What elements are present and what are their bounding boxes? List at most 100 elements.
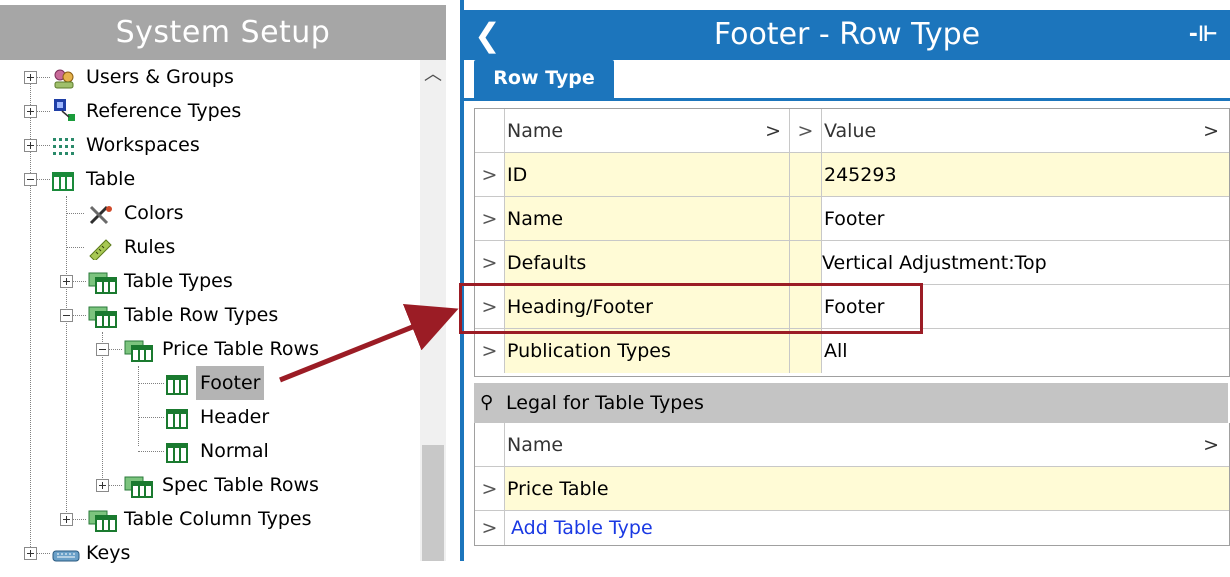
expand-icon[interactable] [60, 513, 73, 526]
tree-item-label: Table Column Types [124, 508, 312, 530]
keys-icon [52, 543, 80, 563]
chevron-right-icon: > [1203, 434, 1219, 456]
tree-item-workspaces[interactable]: Workspaces [0, 128, 420, 162]
collapse-icon[interactable] [96, 343, 109, 356]
tree-item-label: Spec Table Rows [162, 474, 319, 496]
legal-section-title: Legal for Table Types [506, 392, 704, 414]
value-header-label: Value [824, 120, 877, 142]
chevron-left-icon[interactable]: ❮ [474, 10, 501, 60]
expand-icon[interactable] [24, 139, 37, 152]
spec-table-rows-icon [124, 475, 153, 498]
tree-item-colors[interactable]: Colors [0, 196, 420, 230]
table-types-icon [88, 271, 117, 294]
property-value-cell[interactable]: All [822, 329, 1229, 373]
name-header-label: Name [507, 120, 564, 142]
tree-item-label: Table Row Types [124, 304, 279, 326]
tree-scrollbar[interactable]: ︿ [420, 60, 446, 561]
property-value-cell[interactable]: Vertical Adjustment:Top [822, 241, 1229, 285]
value-column-header[interactable]: Value > [822, 109, 1229, 153]
table-icon [52, 169, 74, 191]
price-table-rows-icon [124, 339, 153, 362]
row-expand-icon[interactable]: > [475, 329, 505, 373]
tree-item-table-types[interactable]: Table Types [0, 264, 420, 298]
colors-icon [88, 203, 112, 225]
property-name-cell: Defaults [505, 241, 790, 285]
table-row-icon [166, 373, 188, 395]
spacer-cell [790, 329, 822, 373]
tree-item-table[interactable]: Table [0, 162, 420, 196]
expand-icon[interactable] [24, 71, 37, 84]
pane-title: Footer - Row Type [713, 17, 981, 52]
spacer-cell [790, 153, 822, 197]
setup-tree: Users & Groups Reference Types Workspace… [0, 60, 420, 564]
tree-item-label: Colors [124, 202, 184, 224]
tree-item-label: Header [200, 406, 270, 428]
tree-item-label: Price Table Rows [162, 338, 319, 360]
row-expand-icon[interactable]: > [475, 467, 505, 511]
name-column-header[interactable]: Name > [505, 109, 790, 153]
row-type-title-bar: Footer - Row Type ❮ -⊩ [464, 10, 1230, 60]
system-setup-title: System Setup [0, 5, 446, 60]
tree-item-label: Normal [200, 440, 269, 462]
properties-grid: Name > > Value > > ID 245293 > Name Foot… [474, 108, 1230, 377]
pin-icon[interactable]: ⚲ [480, 383, 493, 423]
legal-table-type-cell[interactable]: Price Table [505, 467, 1229, 511]
row-gutter-header [475, 423, 505, 467]
tree-item-reference-types[interactable]: Reference Types [0, 94, 420, 128]
row-gutter-header [475, 109, 505, 153]
tree-item-label: Table Types [124, 270, 233, 292]
chevron-right-icon[interactable]: > [790, 109, 822, 153]
legal-name-column-header[interactable]: Name > [505, 423, 1229, 467]
row-expand-icon[interactable]: > [475, 197, 505, 241]
table-row-icon [166, 407, 188, 429]
system-setup-pane: System Setup Users & Groups Reference Ty… [0, 0, 450, 564]
expand-icon[interactable] [24, 105, 37, 118]
highlight-box [459, 283, 923, 334]
tree-item-label: Rules [124, 236, 176, 258]
expand-icon[interactable] [24, 547, 37, 560]
pin-icon[interactable]: -⊩ [1189, 10, 1218, 60]
tree-item-header[interactable]: Header [0, 400, 420, 434]
tree-item-table-column-types[interactable]: Table Column Types [0, 502, 420, 536]
tree-item-label: Footer [196, 366, 265, 400]
tree-item-rules[interactable]: Rules [0, 230, 420, 264]
scroll-thumb[interactable] [422, 445, 444, 561]
workspaces-icon [52, 135, 74, 155]
expand-icon[interactable] [60, 275, 73, 288]
tree-item-label: Table [86, 168, 136, 190]
tree-item-label: Workspaces [86, 134, 200, 156]
pane-border [460, 0, 464, 561]
tab-underline [464, 98, 1230, 101]
table-column-types-icon [88, 509, 117, 532]
row-expand-icon[interactable]: > [475, 241, 505, 285]
users-groups-icon [52, 67, 74, 89]
scroll-up-icon[interactable]: ︿ [420, 60, 446, 90]
property-value-cell[interactable]: Footer [822, 197, 1229, 241]
chevron-right-icon: > [765, 120, 781, 142]
table-row-types-icon [88, 305, 117, 328]
expand-icon[interactable] [96, 479, 109, 492]
property-name-cell: Publication Types [505, 329, 790, 373]
tree-item-table-row-types[interactable]: Table Row Types [0, 298, 420, 332]
tree-item-normal[interactable]: Normal [0, 434, 420, 468]
row-expand-icon[interactable]: > [475, 153, 505, 197]
tree-item-label: Keys [86, 542, 131, 564]
tree-item-price-table-rows[interactable]: Price Table Rows [0, 332, 420, 366]
tree-item-footer[interactable]: Footer [0, 366, 420, 400]
add-table-type-link[interactable]: Add Table Type [505, 511, 1229, 545]
reference-types-icon [52, 97, 75, 121]
collapse-icon[interactable] [24, 173, 37, 186]
tree-item-spec-table-rows[interactable]: Spec Table Rows [0, 468, 420, 502]
row-expand-icon: > [475, 511, 505, 545]
collapse-icon[interactable] [60, 309, 73, 322]
tab-row-type[interactable]: Row Type [474, 60, 614, 98]
legal-name-header-label: Name [507, 434, 564, 456]
legal-grid: Name > > Price Table > Add Table Type [474, 423, 1230, 546]
spacer-cell [790, 241, 822, 285]
spacer-cell [790, 197, 822, 241]
tree-item-label: Users & Groups [86, 66, 234, 88]
tree-item-keys[interactable]: Keys [0, 536, 420, 570]
legal-section-header[interactable]: ⚲ Legal for Table Types [474, 383, 1228, 423]
tree-item-users-groups[interactable]: Users & Groups [0, 60, 420, 94]
property-value-cell: 245293 [822, 153, 1229, 197]
